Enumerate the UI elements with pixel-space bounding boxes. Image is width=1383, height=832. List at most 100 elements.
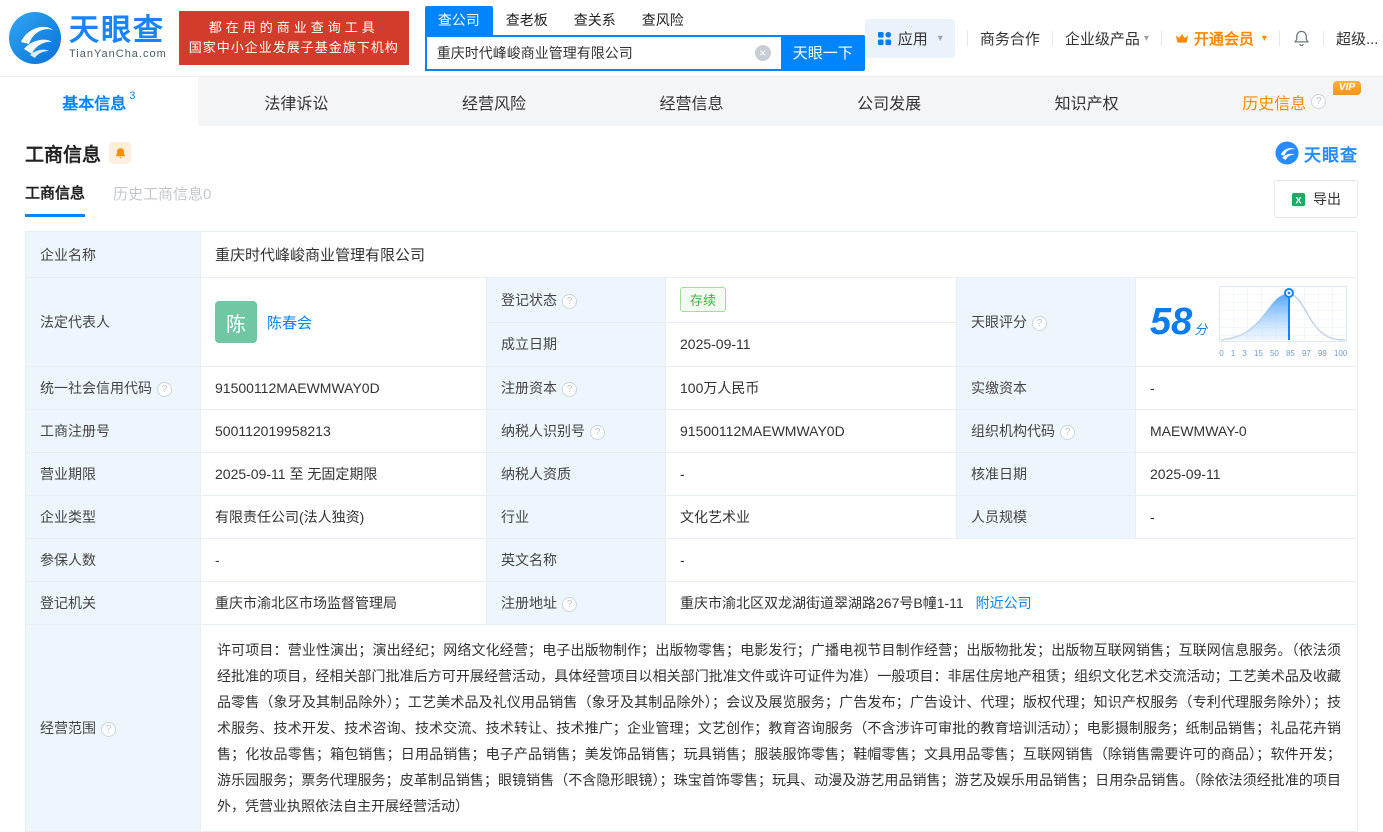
help-icon[interactable]: ?	[101, 722, 116, 737]
help-icon[interactable]: ?	[562, 597, 577, 612]
search-tabs: 查公司 查老板 查关系 查风险	[425, 6, 865, 35]
avatar[interactable]: 陈	[215, 301, 257, 343]
value-company-name: 重庆时代峰峻商业管理有限公司	[201, 232, 1358, 278]
value-insured-num: -	[201, 539, 487, 582]
value-business-term: 2025-09-11 至 无固定期限	[201, 453, 487, 496]
subscribe-bell-icon[interactable]	[109, 142, 131, 164]
help-icon[interactable]: ?	[157, 382, 172, 397]
label-org-code: 组织机构代码?	[957, 410, 1136, 453]
tianyancha-logo[interactable]: 天眼查 TianYanCha.com	[8, 11, 167, 65]
search-tab-boss[interactable]: 查老板	[493, 6, 561, 35]
tab-legal-litigation[interactable]: 法律诉讼	[198, 77, 396, 126]
label-company-name: 企业名称	[26, 232, 201, 278]
brand-slogan: 都在用的商业查询工具 国家中小企业发展子基金旗下机构	[179, 11, 409, 65]
score-number: 58分	[1150, 301, 1207, 344]
label-reg-capital: 注册资本?	[487, 367, 666, 410]
value-company-type: 有限责任公司(法人独资)	[201, 496, 487, 539]
nearby-companies-link[interactable]: 附近公司	[976, 595, 1032, 611]
legal-rep-link[interactable]: 陈春会	[267, 312, 312, 333]
label-reg-status: 登记状态?	[487, 278, 666, 323]
help-icon[interactable]: ?	[1060, 425, 1075, 440]
value-taxpayer-id: 91500112MAEWMWAY0D	[666, 410, 957, 453]
search-tab-risk[interactable]: 查风险	[629, 6, 697, 35]
label-staff-size: 人员规模	[957, 496, 1136, 539]
table-row: 营业期限 2025-09-11 至 无固定期限 纳税人资质 - 核准日期 202…	[26, 453, 1358, 496]
nav-super-vip[interactable]: 超级... ▾	[1336, 28, 1383, 49]
tab-basic-info[interactable]: 基本信息 3	[0, 77, 198, 126]
tianyancha-watermark-icon	[1275, 141, 1299, 165]
value-legal-rep: 陈 陈春会	[201, 278, 487, 367]
tab-company-development[interactable]: 公司发展	[790, 77, 988, 126]
help-icon[interactable]: ?	[1032, 316, 1047, 331]
divider	[1323, 31, 1324, 46]
table-row: 参保人数 - 英文名称 -	[26, 539, 1358, 582]
tab-intellectual-property[interactable]: 知识产权	[988, 77, 1186, 126]
label-tianyan-score: 天眼评分?	[957, 278, 1136, 367]
vip-badge: VIP	[1333, 81, 1361, 95]
status-badge: 存续	[680, 287, 726, 312]
clear-input-icon[interactable]: ×	[755, 45, 771, 61]
value-approve-date: 2025-09-11	[1136, 453, 1358, 496]
help-icon[interactable]: ?	[562, 382, 577, 397]
value-industry: 文化艺术业	[666, 496, 957, 539]
score-distribution-chart: 0131550859799100	[1219, 286, 1347, 358]
value-reg-status: 存续	[666, 278, 957, 323]
apps-label: 应用	[898, 28, 928, 49]
main-content: 工商信息 天眼查 工商信息 历史工商信息0 X 导出	[0, 126, 1383, 832]
chevron-down-icon: ▾	[938, 33, 943, 44]
search-tab-company[interactable]: 查公司	[425, 6, 493, 35]
business-info-table: 企业名称 重庆时代峰峻商业管理有限公司 法定代表人 陈 陈春会 登记状态? 存续	[25, 231, 1358, 832]
tab-operation-info[interactable]: 经营信息	[593, 77, 791, 126]
divider	[1052, 31, 1053, 46]
nav-open-membership[interactable]: 开通会员 ▾	[1174, 28, 1267, 49]
subtab-history-business-info[interactable]: 历史工商信息0	[113, 183, 211, 215]
label-reg-address: 注册地址?	[487, 582, 666, 625]
value-paid-capital: -	[1136, 367, 1358, 410]
value-reg-capital: 100万人民币	[666, 367, 957, 410]
label-english-name: 英文名称	[487, 539, 666, 582]
value-taxpayer-qualification: -	[666, 453, 957, 496]
help-icon[interactable]: ?	[590, 425, 605, 440]
label-establish-date: 成立日期	[487, 322, 666, 367]
label-legal-rep: 法定代表人	[26, 278, 201, 367]
tab-count-badge: 3	[129, 90, 135, 102]
search-input[interactable]	[425, 35, 781, 71]
slogan-line2: 国家中小企业发展子基金旗下机构	[189, 38, 399, 58]
value-reg-authority: 重庆市渝北区市场监督管理局	[201, 582, 487, 625]
logo-title: 天眼查	[69, 16, 167, 46]
label-taxpayer-id: 纳税人识别号?	[487, 410, 666, 453]
value-english-name: -	[666, 539, 1358, 582]
label-business-scope: 经营范围?	[26, 625, 201, 832]
logo-domain: TianYanCha.com	[69, 48, 167, 60]
export-button[interactable]: X 导出	[1274, 180, 1358, 218]
label-taxpayer-qualification: 纳税人资质	[487, 453, 666, 496]
label-reg-no: 工商注册号	[26, 410, 201, 453]
nav-business-cooperation[interactable]: 商务合作	[980, 28, 1040, 49]
tab-operation-risk[interactable]: 经营风险	[395, 77, 593, 126]
notification-bell-icon[interactable]	[1292, 29, 1311, 48]
value-tianyan-score: 58分	[1136, 278, 1358, 367]
label-approve-date: 核准日期	[957, 453, 1136, 496]
table-row: 经营范围? 许可项目：营业性演出；演出经纪；网络文化经营；电子出版物制作；出版物…	[26, 625, 1358, 832]
section-title: 工商信息	[25, 140, 101, 167]
chevron-down-icon: ▾	[1144, 33, 1149, 44]
help-icon[interactable]: ?	[1311, 94, 1326, 109]
nav-enterprise-product[interactable]: 企业级产品 ▾	[1065, 28, 1149, 49]
search-tab-relation[interactable]: 查关系	[561, 6, 629, 35]
top-header: 天眼查 TianYanCha.com 都在用的商业查询工具 国家中小企业发展子基…	[0, 0, 1383, 76]
subtab-business-info[interactable]: 工商信息	[25, 182, 85, 217]
apps-menu[interactable]: 应用 ▾	[865, 19, 955, 58]
divider	[967, 31, 968, 46]
label-insured-num: 参保人数	[26, 539, 201, 582]
label-credit-code: 统一社会信用代码?	[26, 367, 201, 410]
excel-icon: X	[1291, 192, 1306, 207]
search-area: 查公司 查老板 查关系 查风险 × 天眼一下	[425, 6, 865, 71]
chevron-down-icon: ▾	[1262, 33, 1267, 44]
score-axis: 0131550859799100	[1219, 349, 1347, 358]
svg-text:X: X	[1295, 195, 1302, 205]
table-row: 企业名称 重庆时代峰峻商业管理有限公司	[26, 232, 1358, 278]
tab-history-info[interactable]: 历史信息 ? VIP	[1185, 77, 1383, 126]
label-paid-capital: 实缴资本	[957, 367, 1136, 410]
search-button[interactable]: 天眼一下	[781, 35, 865, 71]
help-icon[interactable]: ?	[562, 294, 577, 309]
